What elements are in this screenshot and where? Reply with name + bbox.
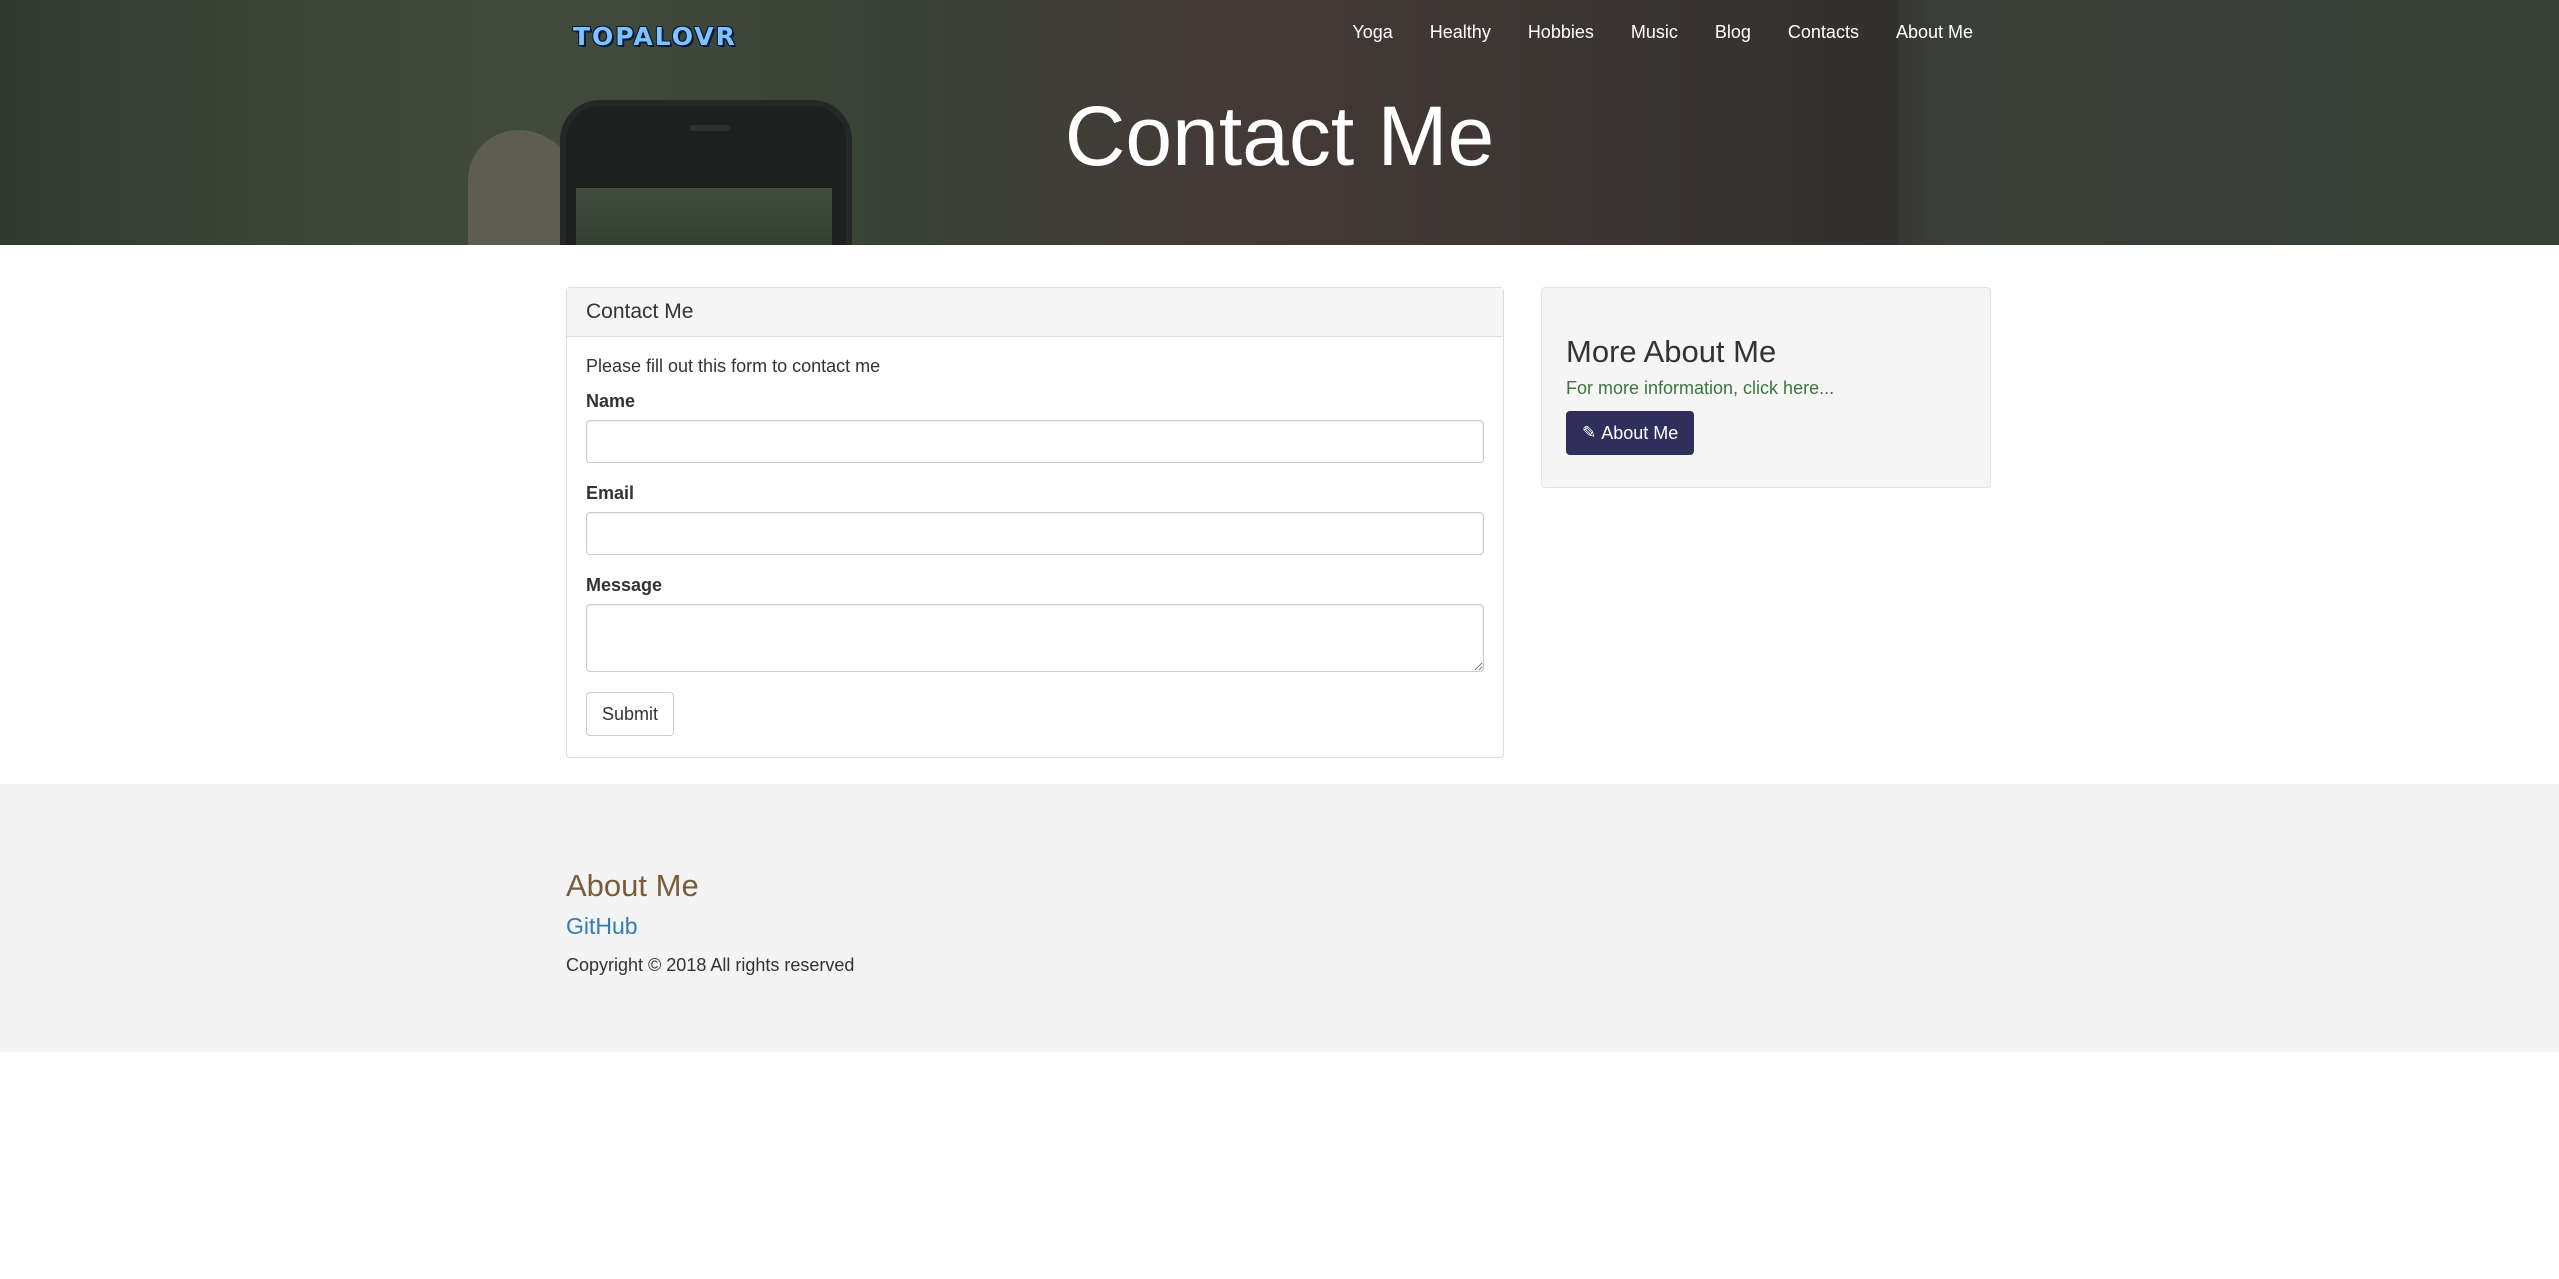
nav-item-healthy[interactable]: Healthy xyxy=(1430,21,1491,43)
nav-item-music[interactable]: Music xyxy=(1631,21,1678,43)
message-textarea[interactable] xyxy=(586,604,1484,672)
about-me-button[interactable]: ✎ About Me xyxy=(1566,411,1695,455)
nav-item-contacts[interactable]: Contacts xyxy=(1788,21,1859,43)
name-form-group: Name xyxy=(586,390,1484,463)
name-label: Name xyxy=(586,391,636,411)
message-label: Message xyxy=(586,575,663,595)
more-about-me-well: More About Me For more information, clic… xyxy=(1541,287,1991,488)
footer-copyright: Copyright © 2018 All rights reserved xyxy=(566,955,855,975)
nav-item-yoga[interactable]: Yoga xyxy=(1352,21,1392,43)
email-form-group: Email xyxy=(586,482,1484,555)
contact-panel: Contact Me Please fill out this form to … xyxy=(566,287,1504,758)
message-textarea-wrapper xyxy=(586,604,1484,672)
about-me-button-label: About Me xyxy=(1601,422,1679,443)
contact-panel-body: Please fill out this form to contact me … xyxy=(567,337,1503,754)
site-logo-text: TOPALOVR xyxy=(573,21,737,51)
more-about-me-text: For more information, click here... xyxy=(1566,378,1835,398)
contact-intro-text: Please fill out this form to contact me xyxy=(586,356,881,376)
page-title: Contact Me xyxy=(1064,89,1495,183)
hero-banner: TOPALOVR Yoga Healthy Hobbies Music Blog… xyxy=(0,0,2559,245)
contact-panel-heading: Contact Me xyxy=(567,288,1503,337)
site-logo[interactable]: TOPALOVR xyxy=(573,20,737,52)
name-input[interactable] xyxy=(586,420,1484,463)
submit-button[interactable]: Submit xyxy=(586,692,675,736)
nav-item-blog[interactable]: Blog xyxy=(1715,21,1751,43)
more-about-me-title: More About Me xyxy=(1566,334,1777,369)
github-link[interactable]: GitHub xyxy=(566,912,638,940)
message-form-group: Message xyxy=(586,574,1484,672)
nav-item-about-me[interactable]: About Me xyxy=(1896,21,1973,43)
email-input[interactable] xyxy=(586,512,1484,555)
footer-title: About Me xyxy=(566,868,699,903)
footer: About Me GitHub Copyright © 2018 All rig… xyxy=(0,784,2559,1052)
main-nav: Yoga Healthy Hobbies Music Blog Contacts… xyxy=(1315,21,1973,43)
pencil-icon: ✎ xyxy=(1582,423,1597,442)
email-label: Email xyxy=(586,483,635,503)
nav-item-hobbies[interactable]: Hobbies xyxy=(1528,21,1594,43)
